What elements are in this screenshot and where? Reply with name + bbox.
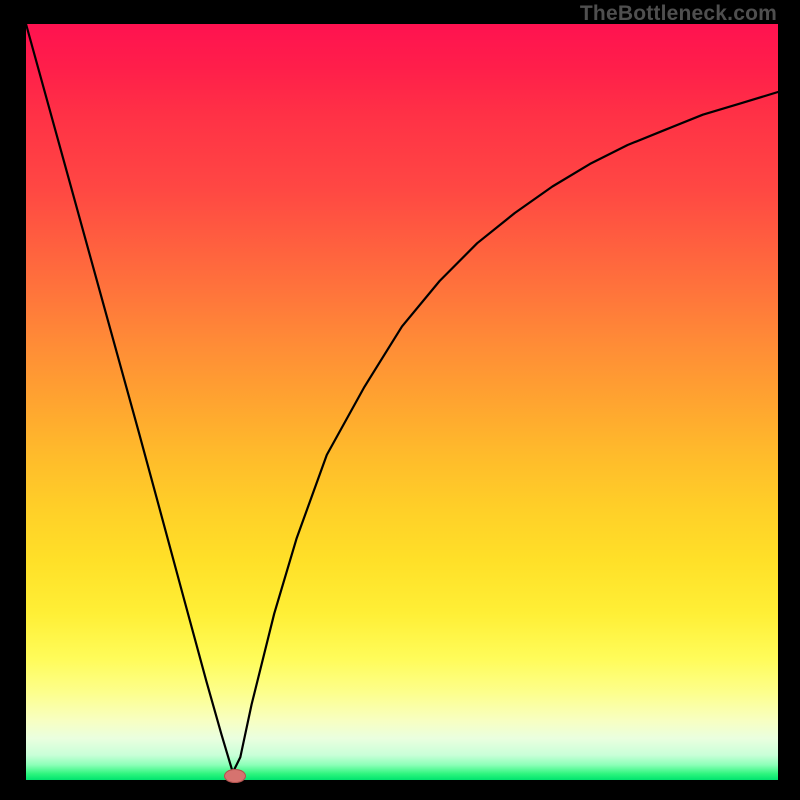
watermark-text: TheBottleneck.com — [580, 2, 777, 26]
chart-frame: TheBottleneck.com — [0, 0, 800, 800]
bottleneck-curve — [26, 24, 778, 772]
optimal-point-marker — [224, 769, 246, 783]
curve-layer — [0, 0, 800, 800]
